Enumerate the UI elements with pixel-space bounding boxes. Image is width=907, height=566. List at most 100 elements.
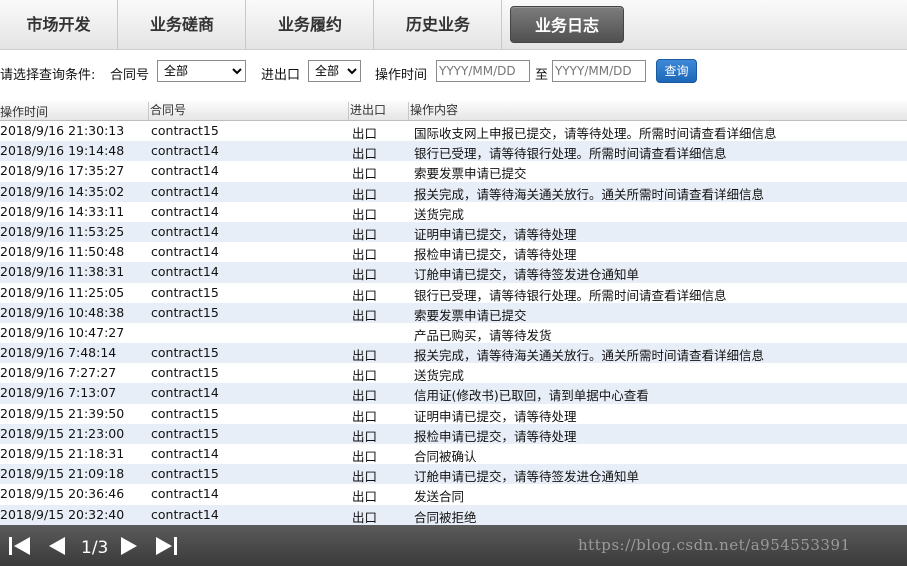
cell-content: 证明申请已提交，请等待处理 (414, 408, 577, 424)
cell-content: 信用证(修改书)已取回，请到单据中心查看 (414, 388, 649, 404)
cell-time: 2018/9/16 14:33:11 (0, 203, 125, 219)
cell-io: 出口 (352, 186, 378, 202)
table-row[interactable]: 2018/9/15 21:39:50 contract15 出口 证明申请已提交，请等… (0, 404, 907, 424)
table-row[interactable]: 2018/9/16 17:35:27 contract14 出口 索要发票申请已提交 (0, 161, 907, 181)
cell-time: 2018/9/15 21:39:50 (0, 405, 125, 421)
table-row[interactable]: 2018/9/16 11:50:48 contract14 出口 报检申请已提交，请等… (0, 242, 907, 262)
cell-contract: contract14 (151, 163, 219, 179)
cell-io: 出口 (352, 166, 378, 182)
table-row[interactable]: 2018/9/16 11:25:05 contract15 出口 银行已受理，请等待银… (0, 283, 907, 303)
cell-time: 2018/9/16 11:50:48 (0, 244, 125, 260)
cell-contract: contract14 (151, 183, 219, 199)
cell-content: 索要发票申请已提交 (414, 166, 527, 182)
table-row[interactable]: 2018/9/16 7:48:14 contract15 出口 报关完成，请等待海关通… (0, 343, 907, 364)
tab-business-fulfillment[interactable]: 业务履约 (247, 0, 374, 50)
cell-io: 出口 (352, 489, 378, 505)
cell-io: 出口 (352, 126, 378, 141)
cell-contract: contract14 (151, 264, 219, 280)
table-row[interactable]: 2018/9/15 21:23:00 contract15 出口 报检申请已提交，请等… (0, 423, 907, 444)
date-to-input[interactable] (552, 60, 646, 82)
table-row[interactable]: 2018/9/15 21:09:18 contract15 出口 订舱申请已提交，请等… (0, 464, 907, 485)
watermark-url: https://blog.csdn.net/a954553391 (578, 536, 851, 554)
cell-content: 报关完成，请等待海关通关放行。通关所需时间请查看详细信息 (414, 186, 765, 202)
cell-contract: contract15 (151, 345, 219, 361)
prev-page-icon[interactable] (47, 536, 67, 556)
column-header-time[interactable]: 操作时间 (0, 103, 48, 120)
cell-io: 出口 (352, 146, 378, 162)
cell-content: 送货完成 (414, 206, 465, 222)
tab-business-negotiation[interactable]: 业务磋商 (119, 0, 246, 50)
date-to-label: 至 (535, 68, 549, 83)
cell-time: 2018/9/16 11:38:31 (0, 264, 125, 280)
cell-contract: contract14 (151, 143, 219, 159)
filter-prompt: 请选择查询条件: (0, 68, 96, 83)
table-row[interactable]: 2018/9/16 10:47:27 产品已购买，请等待发货 (0, 323, 907, 343)
table-row[interactable]: 2018/9/16 7:13:07 contract14 出口 信用证(修改书)已取回… (0, 383, 907, 404)
cell-contract: contract15 (151, 284, 219, 300)
cell-time: 2018/9/16 17:35:27 (0, 163, 125, 179)
table-row[interactable]: 2018/9/16 19:14:48 contract14 出口 银行已受理，请等待银… (0, 141, 907, 162)
cell-content: 送货完成 (414, 368, 465, 384)
cell-contract: contract14 (151, 486, 219, 502)
table-row[interactable]: 2018/9/15 21:18:31 contract14 出口 合同被确认 (0, 444, 907, 464)
cell-io: 出口 (352, 267, 378, 283)
tab-history-business[interactable]: 历史业务 (375, 0, 502, 50)
cell-content: 索要发票申请已提交 (414, 307, 527, 323)
tab-business-log[interactable]: 业务日志 (510, 6, 624, 43)
cell-io: 出口 (352, 449, 378, 464)
query-button[interactable]: 查询 (656, 59, 697, 83)
cell-contract: contract14 (151, 244, 219, 260)
page-indicator: 1/3 (81, 538, 109, 558)
column-header-io[interactable]: 进出口 (348, 102, 386, 120)
cell-time: 2018/9/16 7:48:14 (0, 345, 117, 361)
table-row[interactable]: 2018/9/16 11:53:25 contract14 出口 证明申请已提交，请等… (0, 221, 907, 243)
cell-time: 2018/9/15 21:09:18 (0, 466, 125, 482)
cell-io: 出口 (352, 307, 378, 323)
last-page-icon[interactable] (154, 536, 178, 556)
cell-time: 2018/9/16 7:13:07 (0, 385, 117, 401)
cell-time: 2018/9/16 10:47:27 (0, 324, 125, 340)
contract-label: 合同号 (110, 68, 150, 83)
cell-contract: contract14 (151, 385, 219, 401)
column-header-content[interactable]: 操作内容 (408, 102, 458, 120)
cell-io: 出口 (352, 408, 378, 424)
cell-content: 订舱申请已提交，请等待签发进仓通知单 (414, 267, 640, 283)
cell-content: 报检申请已提交，请等待处理 (414, 428, 577, 444)
table-row[interactable]: 2018/9/16 14:33:11 contract14 出口 送货完成 (0, 202, 907, 222)
cell-contract: contract14 (151, 506, 219, 522)
cell-contract: contract15 (151, 123, 219, 138)
cell-io: 出口 (352, 469, 378, 485)
cell-content: 产品已购买，请等待发货 (414, 327, 552, 343)
column-header-contract[interactable]: 合同号 (148, 102, 186, 120)
next-page-icon[interactable] (119, 536, 139, 556)
cell-content: 订舱申请已提交，请等待签发进仓通知单 (414, 469, 640, 485)
table-row[interactable]: 2018/9/16 11:38:31 contract14 出口 订舱申请已提交，请等… (0, 262, 907, 283)
contract-select[interactable]: 全部 (157, 60, 246, 82)
cell-content: 国际收支网上申报已提交，请等待处理。所需时间请查看详细信息 (414, 126, 777, 141)
cell-time: 2018/9/16 14:35:02 (0, 183, 125, 199)
io-select[interactable]: 全部 (308, 60, 361, 82)
cell-time: 2018/9/16 11:25:05 (0, 284, 125, 300)
date-from-input[interactable] (436, 60, 530, 82)
cell-io: 出口 (352, 509, 378, 525)
cell-time: 2018/9/16 11:53:25 (0, 223, 125, 239)
cell-time: 2018/9/15 21:18:31 (0, 446, 125, 461)
cell-content: 报关完成，请等待海关通关放行。通关所需时间请查看详细信息 (414, 348, 765, 364)
table-row[interactable]: 2018/9/16 10:48:38 contract15 出口 索要发票申请已提交 (0, 302, 907, 323)
cell-io: 出口 (352, 368, 378, 384)
cell-content: 合同被确认 (414, 449, 477, 464)
first-page-icon[interactable] (8, 536, 32, 556)
cell-io: 出口 (352, 428, 378, 444)
table-row[interactable]: 2018/9/16 21:30:13 contract15 出口 国际收支网上申报已提… (0, 121, 907, 141)
table-row[interactable]: 2018/9/15 20:32:40 contract14 出口 合同被拒绝 (0, 504, 907, 525)
cell-contract: contract14 (151, 223, 219, 239)
cell-io: 出口 (352, 206, 378, 222)
cell-contract: contract15 (151, 405, 219, 421)
tab-market-development[interactable]: 市场开发 (0, 0, 118, 50)
cell-contract: contract15 (151, 304, 219, 320)
cell-time: 2018/9/15 20:36:46 (0, 486, 125, 502)
table-row[interactable]: 2018/9/16 7:27:27 contract15 出口 送货完成 (0, 363, 907, 383)
cell-content: 合同被拒绝 (414, 509, 477, 525)
table-row[interactable]: 2018/9/15 20:36:46 contract14 出口 发送合同 (0, 484, 907, 504)
table-row[interactable]: 2018/9/16 14:35:02 contract14 出口 报关完成，请等待海关… (0, 181, 907, 202)
